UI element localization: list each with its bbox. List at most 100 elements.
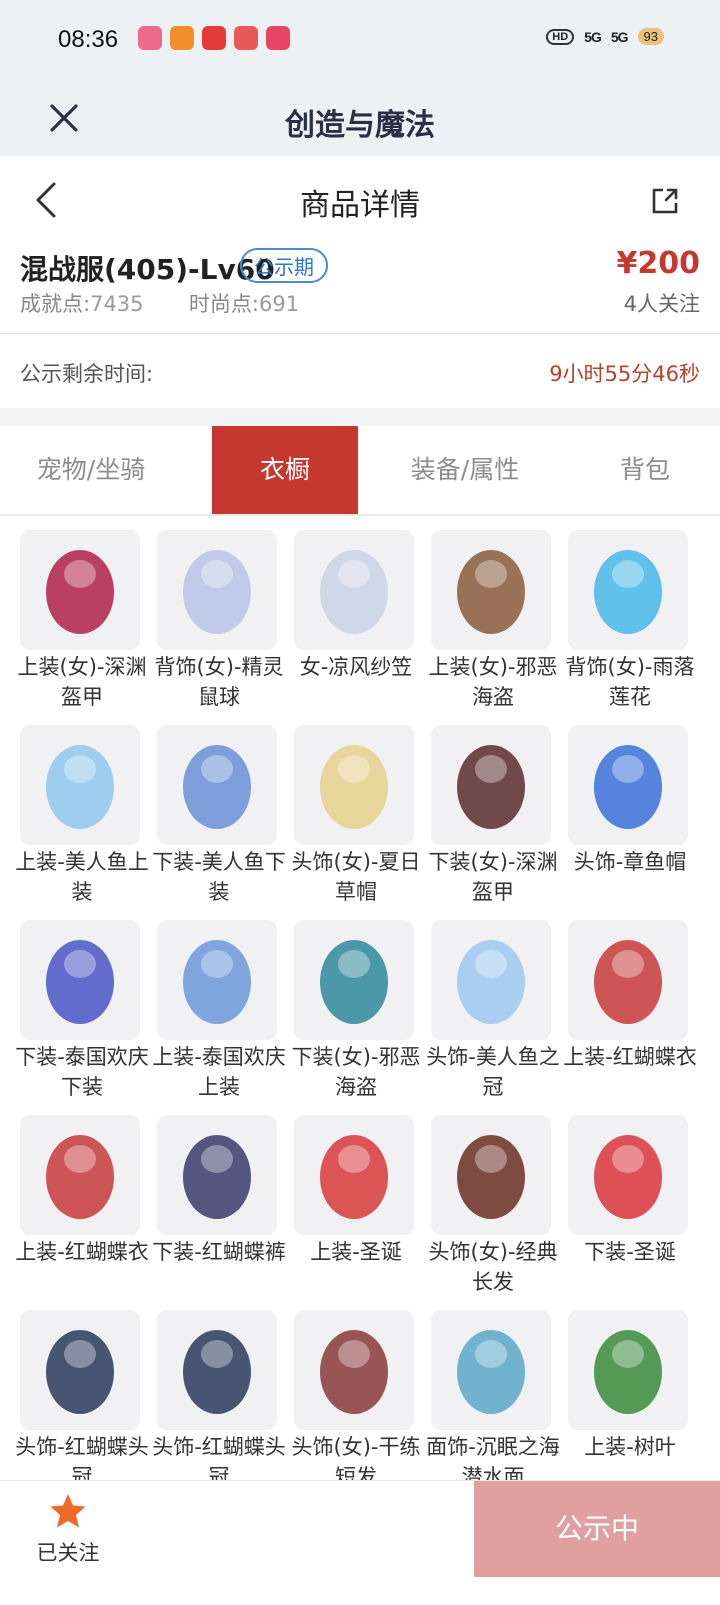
item-thumbnail	[157, 920, 277, 1040]
wardrobe-item[interactable]: 背饰(女)-雨落莲花	[566, 530, 694, 712]
follow-label: 已关注	[36, 1541, 100, 1565]
item-label: 头饰(女)-经典长发	[428, 1240, 558, 1294]
product-summary: 混战服(405)-Lv60 公示期 ¥200 成就点:7435 时尚点:691 …	[20, 246, 700, 336]
item-label: 背饰(女)-精灵鼠球	[154, 655, 284, 709]
item-thumbnail	[568, 1115, 688, 1235]
wardrobe-item[interactable]: 下装(女)-邪恶海盗	[292, 920, 420, 1102]
follow-button[interactable]: 已关注	[30, 1491, 106, 1567]
status-bar: 08:36 HD 5G 5G 93	[0, 0, 720, 84]
item-label: 上装-红蝴蝶衣	[15, 1240, 149, 1264]
page-nav: 商品详情	[0, 156, 720, 246]
wardrobe-item[interactable]: 头饰-红蝴蝶头冠	[15, 1310, 149, 1492]
tab-equipment[interactable]: 装备/属性	[392, 426, 538, 514]
share-icon[interactable]	[650, 186, 680, 216]
wardrobe-item[interactable]: 上装-红蝴蝶衣	[15, 1115, 149, 1267]
item-label: 头饰-美人鱼之冠	[426, 1045, 560, 1099]
wardrobe-item[interactable]: 上装(女)-深渊盔甲	[18, 530, 146, 712]
wardrobe-item[interactable]: 头饰-章鱼帽	[568, 725, 692, 877]
item-thumbnail	[294, 725, 414, 845]
fashion-value: 691	[258, 292, 300, 316]
wardrobe-item[interactable]: 上装-美人鱼上装	[15, 725, 149, 907]
wardrobe-item[interactable]: 头饰(女)-干练短发	[292, 1310, 420, 1492]
wardrobe-item[interactable]: 下装-圣诞	[568, 1115, 692, 1267]
wardrobe-item[interactable]: 上装-红蝴蝶衣	[563, 920, 697, 1072]
item-thumbnail	[294, 920, 414, 1040]
item-label: 上装(女)-邪恶海盗	[428, 655, 558, 709]
app-title: 创造与魔法	[285, 108, 435, 143]
wardrobe-item[interactable]: 女-凉风纱笠	[294, 530, 418, 682]
item-label: 下装-红蝴蝶裤	[152, 1240, 286, 1264]
tab-pets[interactable]: 宠物/坐骑	[18, 426, 164, 514]
item-label: 下装-美人鱼下装	[152, 850, 286, 904]
announcing-button[interactable]: 公示中	[474, 1481, 720, 1577]
signal-icon-1: 5G	[584, 28, 602, 45]
item-thumbnail	[20, 530, 140, 650]
achievement-value: 7435	[90, 292, 144, 316]
tab-wardrobe[interactable]: 衣橱	[212, 426, 358, 514]
wardrobe-item[interactable]: 下装-美人鱼下装	[152, 725, 286, 907]
tab-backpack[interactable]: 背包	[572, 426, 718, 514]
wardrobe-item[interactable]: 头饰-红蝴蝶头冠	[152, 1310, 286, 1492]
fashion-label: 时尚点:	[188, 292, 259, 316]
wardrobe-item[interactable]: 头饰(女)-夏日草帽	[292, 725, 420, 907]
wardrobe-item[interactable]: 背饰(女)-精灵鼠球	[155, 530, 283, 712]
status-app-icon	[202, 26, 226, 50]
item-label: 背饰(女)-雨落莲花	[565, 655, 695, 709]
item-thumbnail	[157, 725, 277, 845]
item-thumbnail	[568, 1310, 688, 1430]
wardrobe-item[interactable]: 上装-树叶	[568, 1310, 692, 1462]
countdown-row: 公示剩余时间: 9小时55分46秒	[20, 350, 700, 390]
product-stats: 成就点:7435 时尚点:691	[20, 288, 299, 318]
item-thumbnail	[431, 530, 551, 650]
wardrobe-item[interactable]: 头饰-美人鱼之冠	[426, 920, 560, 1102]
app-bar: 创造与魔法	[0, 84, 720, 156]
item-thumbnail	[568, 530, 688, 650]
item-thumbnail	[294, 1115, 414, 1235]
wardrobe-item[interactable]: 上装-圣诞	[294, 1115, 418, 1267]
follower-count: 4人关注	[623, 292, 700, 316]
status-app-icon	[266, 26, 290, 50]
status-app-icon	[170, 26, 194, 50]
item-label: 女-凉风纱笠	[299, 655, 413, 679]
status-app-icon	[234, 26, 258, 50]
item-thumbnail	[431, 1115, 551, 1235]
item-label: 上装-红蝴蝶衣	[563, 1045, 697, 1069]
divider	[0, 333, 720, 334]
star-icon	[50, 1494, 86, 1528]
status-time: 08:36	[58, 26, 119, 53]
wardrobe-item[interactable]: 上装(女)-邪恶海盗	[429, 530, 557, 712]
item-label: 头饰-章鱼帽	[573, 850, 687, 874]
item-thumbnail	[157, 1115, 277, 1235]
item-thumbnail	[568, 920, 688, 1040]
wardrobe-item[interactable]: 面饰-沉眠之海潜水面	[426, 1310, 560, 1492]
item-thumbnail	[20, 1310, 140, 1430]
status-app-icon	[138, 26, 162, 50]
bottom-bar: 已关注 公示中	[0, 1480, 720, 1605]
status-app-icons	[138, 26, 290, 50]
item-label: 上装(女)-深渊盔甲	[17, 655, 147, 709]
item-label: 下装-泰国欢庆下装	[15, 1045, 149, 1099]
page-title: 商品详情	[300, 188, 420, 223]
item-thumbnail	[20, 1115, 140, 1235]
hd-icon: HD	[546, 28, 575, 45]
wardrobe-item[interactable]: 上装-泰国欢庆上装	[152, 920, 286, 1102]
item-thumbnail	[568, 725, 688, 845]
item-thumbnail	[20, 725, 140, 845]
section-gap	[0, 408, 720, 426]
signal-icon-2: 5G	[610, 28, 629, 45]
item-label: 头饰(女)-夏日草帽	[291, 850, 421, 904]
wardrobe-item[interactable]: 下装(女)-深渊盔甲	[429, 725, 557, 907]
item-thumbnail	[431, 920, 551, 1040]
item-thumbnail	[157, 1310, 277, 1430]
item-label: 上装-圣诞	[310, 1240, 402, 1264]
wardrobe-item[interactable]: 下装-泰国欢庆下装	[15, 920, 149, 1102]
item-label: 上装-美人鱼上装	[15, 850, 149, 904]
status-badge: 公示期	[240, 248, 328, 283]
wardrobe-item[interactable]: 头饰(女)-经典长发	[429, 1115, 557, 1297]
wardrobe-item[interactable]: 下装-红蝴蝶裤	[152, 1115, 286, 1267]
status-indicators: HD 5G 5G 93	[546, 28, 664, 45]
countdown-value: 9小时55分46秒	[549, 362, 700, 386]
product-price: ¥200	[616, 246, 701, 281]
battery-icon: 93	[637, 28, 664, 45]
product-name: 混战服(405)-Lv60	[20, 253, 275, 286]
